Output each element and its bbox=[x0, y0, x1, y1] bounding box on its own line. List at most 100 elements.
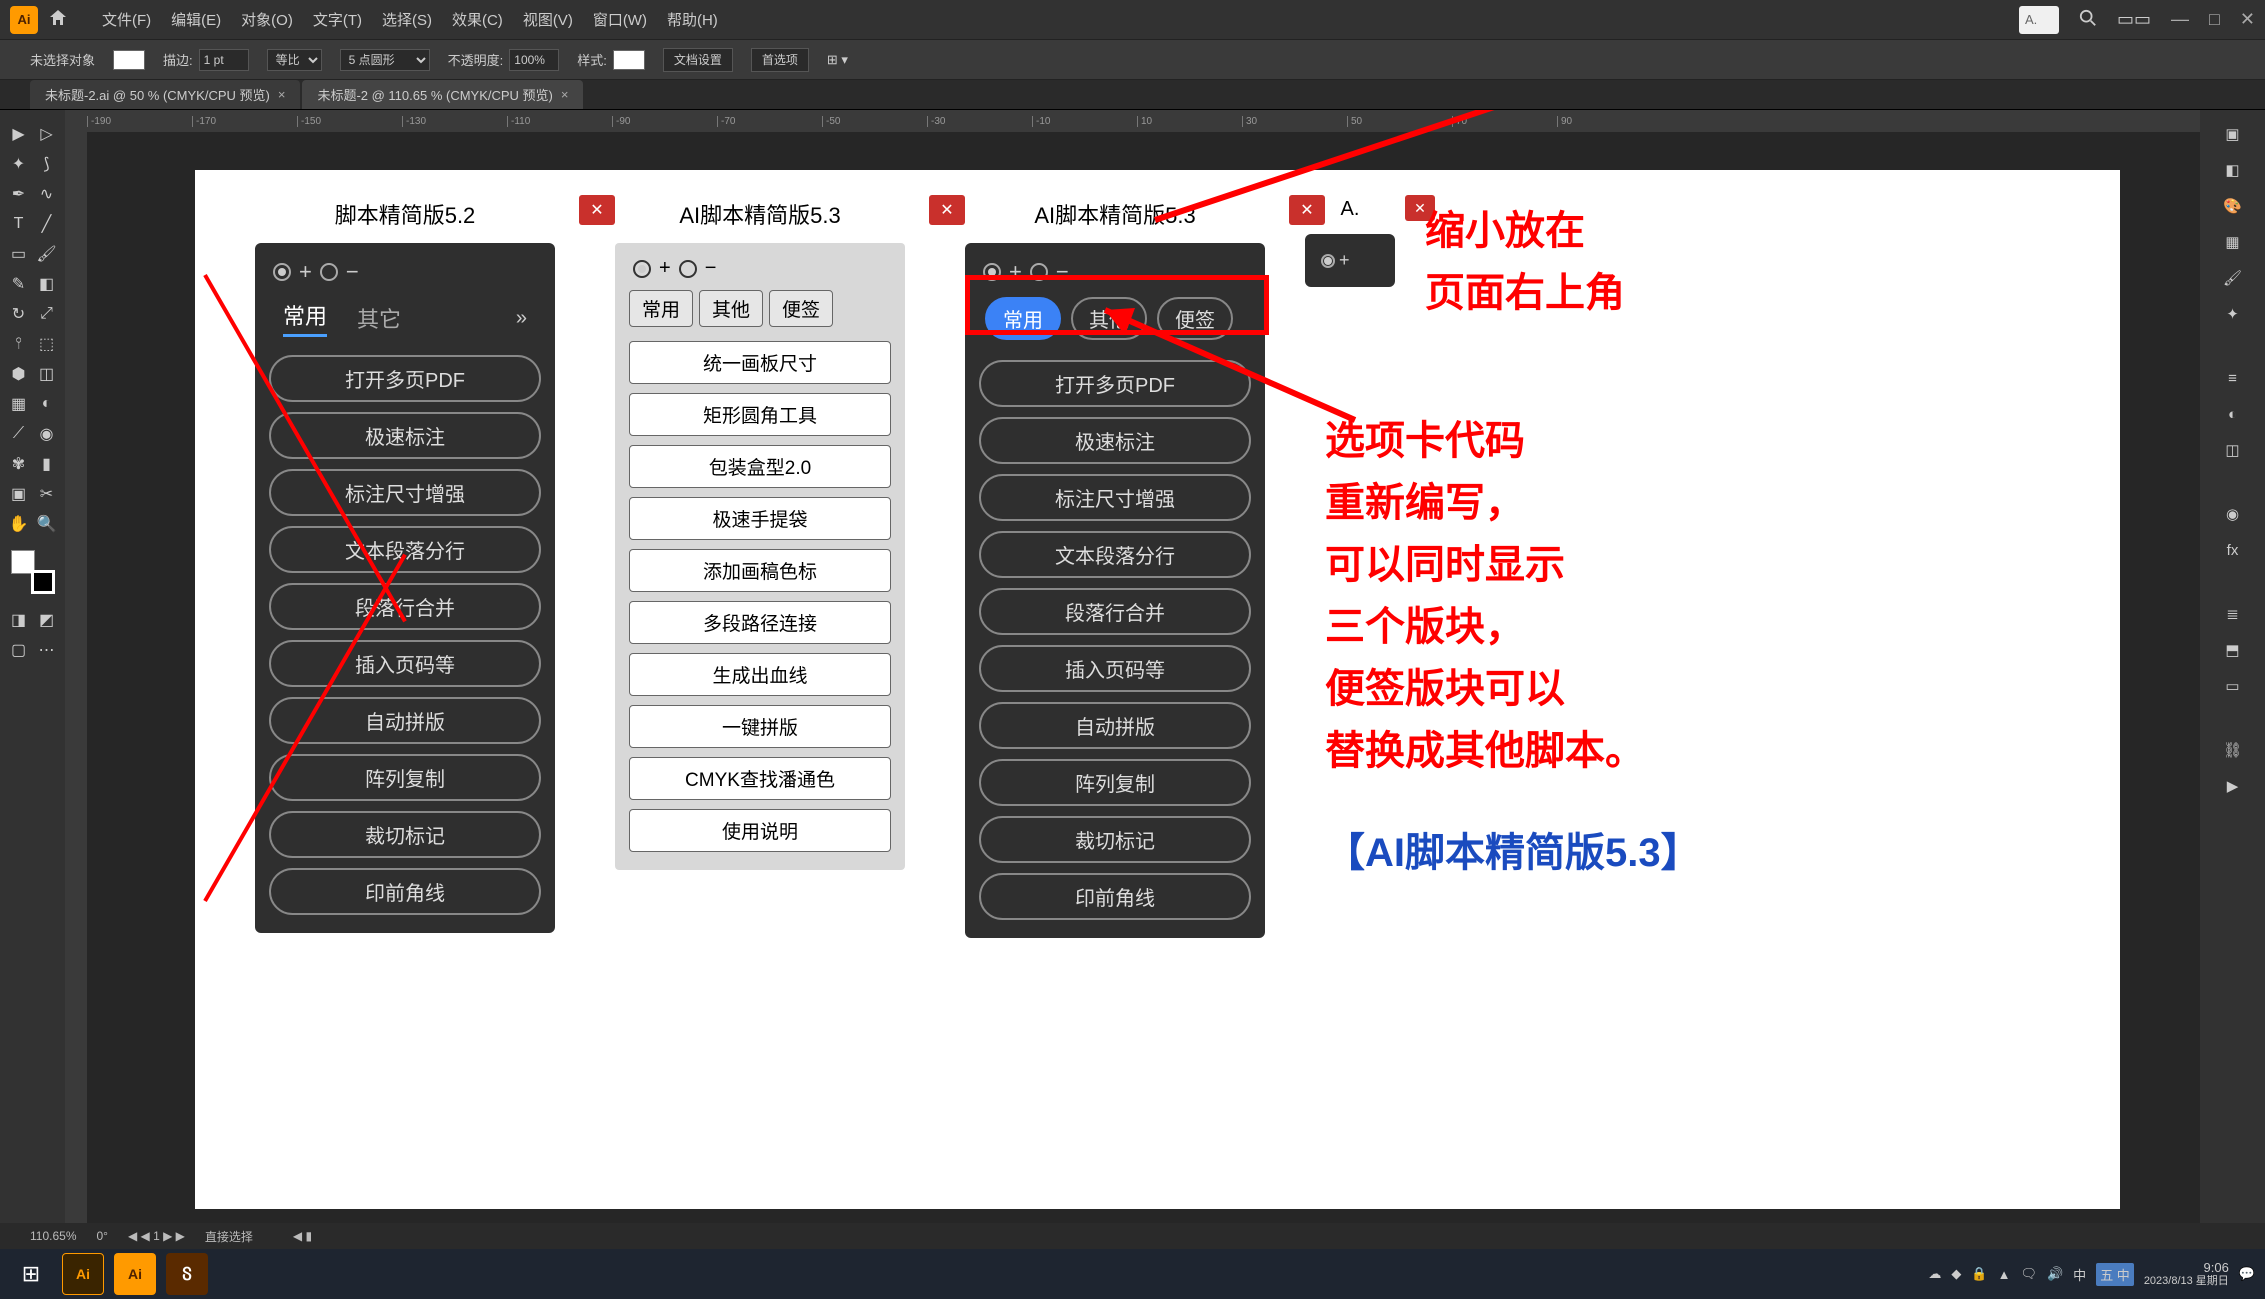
shaper-tool[interactable]: ✎ bbox=[5, 270, 33, 298]
panel1-btn[interactable]: 文本段落分行 bbox=[269, 526, 541, 573]
menu-window[interactable]: 窗口(W) bbox=[593, 9, 647, 30]
panel2-btn[interactable]: 添加画稿色标 bbox=[629, 549, 891, 592]
blend-tool[interactable]: ◉ bbox=[33, 420, 61, 448]
width-tool[interactable]: ⫯ bbox=[5, 330, 33, 358]
panel1-btn[interactable]: 阵列复制 bbox=[269, 754, 541, 801]
close-icon[interactable]: × bbox=[561, 87, 569, 102]
align-icon[interactable]: ⊞ ▾ bbox=[827, 52, 848, 68]
artboard-nav[interactable]: ◀ ◀ 1 ▶ ▶ bbox=[128, 1229, 185, 1243]
close-icon[interactable]: × bbox=[278, 87, 286, 102]
rectangle-tool[interactable]: ▭ bbox=[5, 240, 33, 268]
fill-swatch[interactable] bbox=[113, 50, 145, 70]
asset-export-panel-icon[interactable]: ⬒ bbox=[2216, 636, 2250, 664]
system-clock[interactable]: 9:06 2023/8/13 星期日 bbox=[2144, 1260, 2229, 1289]
magic-wand-tool[interactable]: ✦ bbox=[5, 150, 33, 178]
tray-icon[interactable]: ◆ bbox=[1951, 1266, 1961, 1282]
menu-object[interactable]: 对象(O) bbox=[241, 9, 293, 30]
free-transform-tool[interactable]: ⬚ bbox=[33, 330, 61, 358]
maximize-button[interactable]: □ bbox=[2209, 9, 2220, 30]
search-box[interactable]: A. bbox=[2019, 6, 2059, 34]
tray-icon[interactable]: 🔒 bbox=[1971, 1266, 1987, 1282]
close-button[interactable]: ✕ bbox=[2240, 9, 2255, 30]
panel2-btn[interactable]: CMYK查找潘通色 bbox=[629, 757, 891, 800]
stroke-color[interactable] bbox=[31, 570, 55, 594]
zoom-level[interactable]: 110.65% bbox=[30, 1229, 76, 1243]
edit-toolbar[interactable]: ⋯ bbox=[33, 636, 61, 664]
artboard-tool[interactable]: ▣ bbox=[5, 480, 33, 508]
panel3-btn[interactable]: 插入页码等 bbox=[979, 645, 1251, 692]
panel1-btn[interactable]: 打开多页PDF bbox=[269, 355, 541, 402]
transparency-panel-icon[interactable]: ◫ bbox=[2216, 436, 2250, 464]
menu-type[interactable]: 文字(T) bbox=[313, 9, 362, 30]
panel3-btn[interactable]: 段落行合并 bbox=[979, 588, 1251, 635]
panel3-btn[interactable]: 阵列复制 bbox=[979, 759, 1251, 806]
panel2-btn[interactable]: 使用说明 bbox=[629, 809, 891, 852]
actions-panel-icon[interactable]: ▶ bbox=[2216, 772, 2250, 800]
minimize-button[interactable]: — bbox=[2171, 9, 2189, 30]
color-swatches[interactable] bbox=[11, 550, 55, 594]
points-select[interactable]: 5 点圆形 bbox=[340, 49, 430, 71]
line-tool[interactable]: ╱ bbox=[33, 210, 61, 238]
radio-icon[interactable] bbox=[633, 260, 651, 278]
panel3-btn[interactable]: 文本段落分行 bbox=[979, 531, 1251, 578]
tray-ime-2[interactable]: 五 中 bbox=[2096, 1263, 2134, 1286]
canvas[interactable]: -190-170-150-130-110-90-70-50-30-1010305… bbox=[65, 110, 2200, 1249]
panel2-tab-other[interactable]: 其他 bbox=[699, 290, 763, 327]
radio-icon[interactable] bbox=[679, 260, 697, 278]
draw-mode[interactable]: ◩ bbox=[33, 606, 61, 634]
rotate-tool[interactable]: ↻ bbox=[5, 300, 33, 328]
menu-view[interactable]: 视图(V) bbox=[523, 9, 573, 30]
swatches-panel-icon[interactable]: ▦ bbox=[2216, 228, 2250, 256]
direct-selection-tool[interactable]: ▷ bbox=[33, 120, 61, 148]
panel1-btn[interactable]: 段落行合并 bbox=[269, 583, 541, 630]
chevron-right-icon[interactable]: » bbox=[516, 307, 527, 330]
doc-tab-2[interactable]: 未标题-2 @ 110.65 % (CMYK/CPU 预览) × bbox=[302, 80, 583, 109]
zoom-tool[interactable]: 🔍 bbox=[33, 510, 61, 538]
notifications-icon[interactable]: 💬 bbox=[2239, 1266, 2255, 1282]
symbols-panel-icon[interactable]: ✦ bbox=[2216, 300, 2250, 328]
opacity-input[interactable] bbox=[509, 49, 559, 71]
menu-edit[interactable]: 编辑(E) bbox=[171, 9, 221, 30]
eyedropper-tool[interactable]: ⟋ bbox=[5, 420, 33, 448]
gradient-tool[interactable]: ◐ bbox=[33, 390, 61, 418]
scroll-handle[interactable]: ◀ ▮ bbox=[293, 1229, 312, 1243]
menu-file[interactable]: 文件(F) bbox=[102, 9, 151, 30]
radio-icon[interactable] bbox=[273, 263, 291, 281]
selection-tool[interactable]: ▶ bbox=[5, 120, 33, 148]
panel2-btn[interactable]: 极速手提袋 bbox=[629, 497, 891, 540]
artboards-panel-icon[interactable]: ▭ bbox=[2216, 672, 2250, 700]
stroke-input[interactable] bbox=[199, 49, 249, 71]
panel1-tab-other[interactable]: 其它 bbox=[357, 302, 401, 334]
brushes-panel-icon[interactable]: 🖌 bbox=[2216, 264, 2250, 292]
scale-tool[interactable]: ⤢ bbox=[33, 300, 61, 328]
start-button[interactable]: ⊞ bbox=[10, 1253, 52, 1295]
shape-builder-tool[interactable]: ⬢ bbox=[5, 360, 33, 388]
screen-mode[interactable]: ▢ bbox=[5, 636, 33, 664]
panel3-btn[interactable]: 标注尺寸增强 bbox=[979, 474, 1251, 521]
taskbar-app-ai-active[interactable]: Ai bbox=[114, 1253, 156, 1295]
layers-panel-icon[interactable]: ≣ bbox=[2216, 600, 2250, 628]
tray-volume-icon[interactable]: 🔊 bbox=[2047, 1266, 2063, 1282]
panel2-btn[interactable]: 统一画板尺寸 bbox=[629, 341, 891, 384]
panel2-tab-common[interactable]: 常用 bbox=[629, 290, 693, 327]
radio-icon[interactable] bbox=[1321, 254, 1335, 268]
doc-tab-1[interactable]: 未标题-2.ai @ 50 % (CMYK/CPU 预览) × bbox=[30, 80, 300, 109]
pen-tool[interactable]: ✒ bbox=[5, 180, 33, 208]
brush-tool[interactable]: 🖌 bbox=[33, 240, 61, 268]
style-swatch[interactable] bbox=[613, 50, 645, 70]
stroke-panel-icon[interactable]: ≡ bbox=[2216, 364, 2250, 392]
taskbar-app-ai[interactable]: Ai bbox=[62, 1253, 104, 1295]
panel1-close-button[interactable]: ✕ bbox=[579, 195, 615, 225]
slice-tool[interactable]: ✂ bbox=[33, 480, 61, 508]
panel1-btn[interactable]: 插入页码等 bbox=[269, 640, 541, 687]
tray-icon[interactable]: 🗨 bbox=[2020, 1266, 2037, 1282]
eraser-tool[interactable]: ◧ bbox=[33, 270, 61, 298]
graph-tool[interactable]: ▮ bbox=[33, 450, 61, 478]
panel3-btn[interactable]: 印前角线 bbox=[979, 873, 1251, 920]
panel1-btn[interactable]: 裁切标记 bbox=[269, 811, 541, 858]
radio-icon[interactable] bbox=[320, 263, 338, 281]
panel3-btn[interactable]: 自动拼版 bbox=[979, 702, 1251, 749]
symbol-tool[interactable]: ✾ bbox=[5, 450, 33, 478]
panel2-btn[interactable]: 矩形圆角工具 bbox=[629, 393, 891, 436]
tray-ime-1[interactable]: 中 bbox=[2073, 1265, 2086, 1284]
